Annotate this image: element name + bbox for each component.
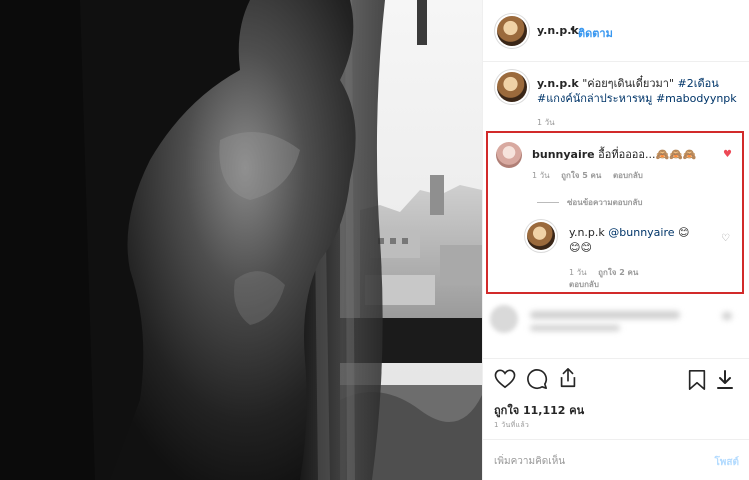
caption-body: "ค่อยๆเดินเดี๋ยวมา" bbox=[578, 77, 678, 90]
header-separator: • bbox=[569, 23, 576, 36]
hashtag-link[interactable]: #2เดือน bbox=[678, 77, 719, 90]
comment-icon[interactable] bbox=[526, 368, 548, 390]
comment-heart-icon[interactable]: ♥ bbox=[723, 150, 732, 160]
comment-time: 1 วัน bbox=[532, 171, 550, 180]
reply-text: y.n.p.k @bunnyaire 😊 bbox=[569, 226, 690, 239]
reply-mention[interactable]: @bunnyaire bbox=[608, 226, 674, 239]
reply-username[interactable]: y.n.p.k bbox=[569, 226, 605, 239]
commenter-avatar[interactable] bbox=[496, 142, 522, 168]
post-photo bbox=[0, 0, 482, 480]
reply-likes[interactable]: ถูกใจ 2 คน bbox=[598, 268, 638, 277]
author-avatar[interactable] bbox=[497, 16, 527, 46]
reply-meta-2: ตอบกลับ bbox=[569, 278, 608, 291]
comment-input[interactable] bbox=[494, 452, 694, 470]
post-age: 1 วันที่แล้ว bbox=[494, 421, 530, 429]
post-photo-image bbox=[0, 0, 482, 480]
share-icon[interactable] bbox=[557, 367, 579, 389]
comment-meta: 1 วัน ถูกใจ 5 คน ตอบกลับ bbox=[532, 169, 652, 182]
commenter-username[interactable]: bunnyaire bbox=[532, 148, 595, 161]
reply-emoji-1: 😊 bbox=[678, 226, 690, 239]
hide-replies-toggle[interactable]: ซ่อนข้อความตอบกลับ bbox=[537, 196, 643, 209]
follow-button[interactable]: ติดตาม bbox=[578, 24, 613, 42]
bookmark-icon[interactable] bbox=[687, 369, 707, 391]
reply-reply-button[interactable]: ตอบกลับ bbox=[569, 280, 599, 289]
caption-username[interactable]: y.n.p.k bbox=[537, 77, 579, 90]
blurred-line bbox=[530, 311, 680, 319]
caption-text: y.n.p.k "ค่อยๆเดินเดี๋ยวมา" #2เดือน #แกง… bbox=[537, 76, 742, 106]
comment-item: bunnyaire อื้อที่ออออ...🙈🙈🙈 1 วัน ถูกใจ … bbox=[496, 142, 736, 182]
comment-reply-button[interactable]: ตอบกลับ bbox=[613, 171, 643, 180]
caption-avatar[interactable] bbox=[497, 72, 527, 102]
post-header: y.n.p.k • ติดตาม bbox=[483, 0, 749, 62]
download-icon[interactable] bbox=[716, 370, 734, 390]
comment-likes[interactable]: ถูกใจ 5 คน bbox=[561, 171, 601, 180]
reply-item: y.n.p.k @bunnyaire 😊 😊😊 1 วัน ถูกใจ 2 คน… bbox=[527, 222, 737, 291]
reply-heart-icon[interactable]: ♡ bbox=[721, 234, 730, 244]
caption-time: 1 วัน bbox=[537, 118, 555, 127]
blurred-comment bbox=[490, 302, 740, 342]
hide-replies-label[interactable]: ซ่อนข้อความตอบกลับ bbox=[567, 198, 643, 207]
likes-count[interactable]: ถูกใจ 11,112 คน bbox=[494, 401, 584, 419]
reply-time: 1 วัน bbox=[569, 268, 587, 277]
reply-emoji-2: 😊😊 bbox=[569, 241, 592, 254]
comment-body: อื้อที่ออออ...🙈🙈🙈 bbox=[594, 148, 697, 161]
blurred-line bbox=[530, 325, 620, 331]
comment-text: bunnyaire อื้อที่ออออ...🙈🙈🙈 bbox=[532, 145, 697, 163]
reply-avatar[interactable] bbox=[527, 222, 555, 250]
reply-text-cont: 😊😊 bbox=[569, 241, 592, 254]
hashtag-link[interactable]: #mabodyynpk bbox=[656, 92, 737, 105]
blurred-avatar bbox=[490, 305, 518, 333]
hashtag-link[interactable]: #แกงค์นักล่าประหารหมู bbox=[537, 92, 652, 105]
post-comment-button[interactable]: โพสต์ bbox=[714, 455, 739, 470]
blurred-line bbox=[722, 312, 732, 320]
replies-divider bbox=[537, 202, 559, 203]
post-actions: ถูกใจ 11,112 คน 1 วันที่แล้ว โพสต์ bbox=[482, 358, 749, 480]
heart-icon[interactable] bbox=[494, 369, 516, 389]
add-comment-bar: โพสต์ bbox=[482, 439, 749, 480]
